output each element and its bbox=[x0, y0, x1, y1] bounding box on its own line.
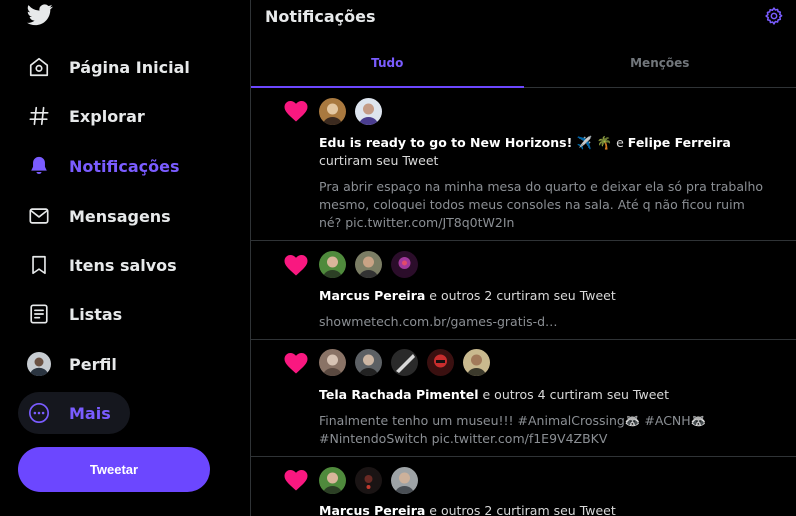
bell-icon bbox=[27, 154, 51, 178]
actor-name[interactable]: Marcus Pereira bbox=[319, 503, 425, 516]
avatar-group bbox=[319, 98, 382, 125]
action-text: e outros 4 curtiram seu Tweet bbox=[478, 387, 670, 402]
avatar bbox=[27, 352, 51, 376]
avatar[interactable] bbox=[355, 251, 382, 278]
connector-text: e bbox=[612, 135, 628, 150]
tweet-snippet: showmetech.com.br/games-gratis-d… bbox=[319, 314, 558, 329]
hashtag-icon bbox=[27, 104, 51, 128]
list-icon bbox=[27, 302, 51, 326]
action-text: e outros 2 curtiram seu Tweet bbox=[425, 503, 616, 516]
tab-bar: Tudo Menções bbox=[251, 36, 796, 88]
avatar-group bbox=[319, 349, 490, 376]
avatar[interactable] bbox=[355, 98, 382, 125]
sidebar-item-label: Explorar bbox=[69, 106, 145, 126]
sidebar-item-label: Mais bbox=[69, 403, 111, 423]
tweet-snippet: Finalmente tenho um museu!!! #AnimalCros… bbox=[319, 413, 707, 446]
avatar-group bbox=[319, 251, 418, 278]
envelope-icon bbox=[27, 204, 51, 228]
sidebar-item-profile[interactable]: Perfil bbox=[18, 343, 117, 385]
heart-icon bbox=[284, 470, 308, 491]
notification-text: Edu is ready to go to New Horizons! ✈️ 🌴… bbox=[319, 134, 786, 170]
notification-text: Marcus Pereira e outros 2 curtiram seu T… bbox=[319, 502, 786, 516]
avatar[interactable] bbox=[319, 251, 346, 278]
list-item[interactable]: Marcus Pereira e outros 2 curtiram seu T… bbox=[251, 241, 796, 340]
avatar[interactable] bbox=[463, 349, 490, 376]
gear-icon[interactable] bbox=[764, 6, 784, 26]
page-header: Notificações bbox=[251, 0, 796, 36]
avatar[interactable] bbox=[391, 251, 418, 278]
sidebar-item-notifications[interactable]: Notificações bbox=[18, 145, 180, 187]
sidebar-item-explore[interactable]: Explorar bbox=[18, 95, 145, 137]
list-item[interactable]: Tela Rachada Pimentel e outros 4 curtira… bbox=[251, 340, 796, 457]
action-text: curtiram seu Tweet bbox=[319, 153, 439, 168]
sidebar-item-label: Listas bbox=[69, 304, 123, 324]
avatar[interactable] bbox=[355, 467, 382, 494]
tab-all[interactable]: Tudo bbox=[251, 36, 524, 88]
tab-mentions[interactable]: Menções bbox=[524, 36, 796, 87]
list-item[interactable]: Edu is ready to go to New Horizons! ✈️ 🌴… bbox=[251, 88, 796, 241]
action-text: e outros 2 curtiram seu Tweet bbox=[425, 288, 616, 303]
avatar[interactable] bbox=[319, 349, 346, 376]
avatar[interactable] bbox=[391, 349, 418, 376]
avatar[interactable] bbox=[319, 98, 346, 125]
sidebar-item-bookmarks[interactable]: Itens salvos bbox=[18, 244, 177, 286]
tweet-button[interactable]: Tweetar bbox=[18, 447, 210, 492]
home-icon bbox=[27, 55, 51, 79]
sidebar-item-messages[interactable]: Mensagens bbox=[18, 195, 171, 237]
heart-icon bbox=[284, 101, 308, 122]
notifications-column: Notificações Tudo Menções Edu is ready t… bbox=[250, 0, 796, 516]
actor-name[interactable]: Felipe Ferreira bbox=[628, 135, 731, 150]
avatar[interactable] bbox=[427, 349, 454, 376]
avatar-group bbox=[319, 467, 418, 494]
bookmark-icon bbox=[27, 253, 51, 277]
page-title: Notificações bbox=[265, 7, 376, 26]
sidebar-item-label: Perfil bbox=[69, 354, 117, 374]
sidebar: Página Inicial Explorar Notificações Men… bbox=[0, 0, 250, 516]
twitter-bird-icon[interactable] bbox=[27, 4, 53, 26]
notification-text: Marcus Pereira e outros 2 curtiram seu T… bbox=[319, 287, 786, 305]
avatar[interactable] bbox=[391, 467, 418, 494]
tweet-snippet: Pra abrir espaço na minha mesa do quarto… bbox=[319, 179, 764, 230]
avatar[interactable] bbox=[319, 467, 346, 494]
list-item[interactable]: Marcus Pereira e outros 2 curtiram seu T… bbox=[251, 457, 796, 516]
sidebar-item-label: Mensagens bbox=[69, 206, 171, 226]
sidebar-item-home[interactable]: Página Inicial bbox=[18, 46, 190, 88]
sidebar-item-lists[interactable]: Listas bbox=[18, 293, 122, 335]
notification-text: Tela Rachada Pimentel e outros 4 curtira… bbox=[319, 386, 786, 404]
sidebar-item-more[interactable]: Mais bbox=[18, 392, 130, 434]
more-icon bbox=[27, 401, 51, 425]
avatar[interactable] bbox=[355, 349, 382, 376]
actor-name[interactable]: Edu is ready to go to New Horizons! ✈️ 🌴 bbox=[319, 135, 612, 150]
sidebar-item-label: Itens salvos bbox=[69, 255, 177, 275]
sidebar-item-label: Notificações bbox=[69, 156, 180, 176]
heart-icon bbox=[284, 353, 308, 374]
heart-icon bbox=[284, 255, 308, 276]
actor-name[interactable]: Marcus Pereira bbox=[319, 288, 425, 303]
actor-name[interactable]: Tela Rachada Pimentel bbox=[319, 387, 479, 402]
sidebar-item-label: Página Inicial bbox=[69, 57, 190, 77]
